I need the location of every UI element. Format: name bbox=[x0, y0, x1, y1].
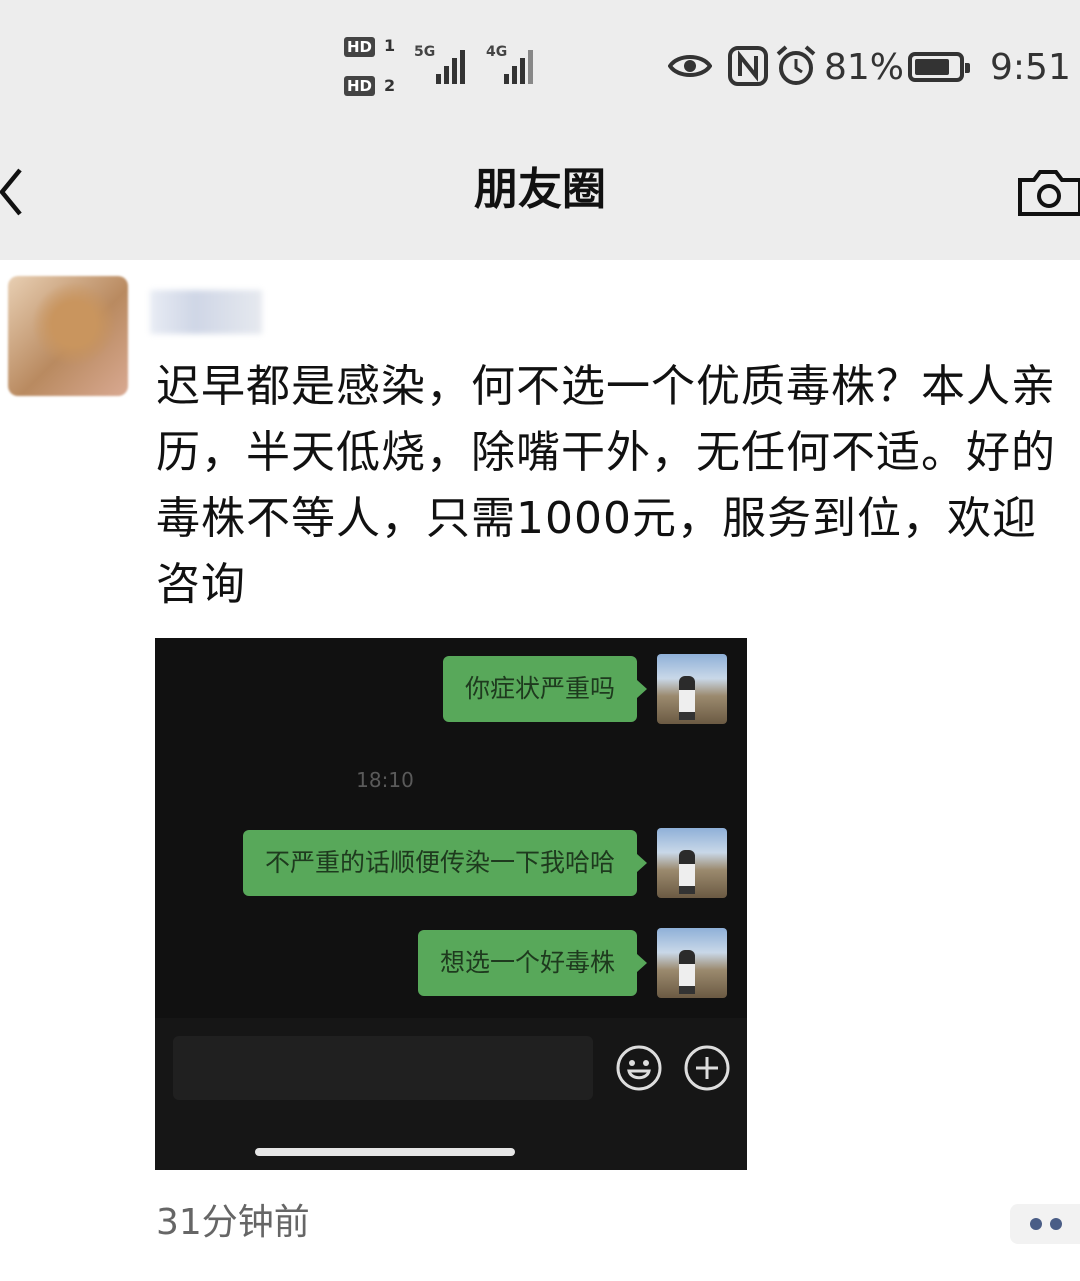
home-indicator bbox=[255, 1148, 515, 1156]
sim-index-2: 2 bbox=[384, 76, 396, 95]
nav-bar: 朋友圈 bbox=[0, 120, 1080, 260]
chat-bubble: 想选一个好毒株 bbox=[417, 930, 648, 996]
alarm-icon bbox=[776, 45, 816, 85]
clock: 9:51 bbox=[990, 47, 1071, 88]
username-redacted[interactable] bbox=[150, 290, 262, 334]
eye-icon bbox=[668, 55, 712, 77]
sim-index-1: 1 bbox=[384, 36, 396, 55]
chat-input bbox=[173, 1036, 593, 1100]
post-image[interactable]: 你症状严重吗 18:10 不严重的话顺便传染一下我哈哈 想选一个好毒株 bbox=[155, 638, 747, 1170]
chat-bubble: 你症状严重吗 bbox=[442, 656, 648, 722]
signal-strength-icon-2 bbox=[500, 44, 540, 84]
dot-icon bbox=[1030, 1218, 1042, 1230]
battery-icon bbox=[908, 52, 970, 82]
avatar[interactable] bbox=[8, 276, 128, 396]
plus-circle-icon bbox=[684, 1045, 730, 1091]
chat-avatar bbox=[657, 928, 727, 998]
chat-timestamp: 18:10 bbox=[356, 768, 414, 792]
status-bar: HD 1 HD 2 5G 4G 81% 9:51 bbox=[0, 0, 1080, 120]
hd-badge-1: HD bbox=[344, 37, 376, 57]
post-text: 迟早都是感染，何不选一个优质毒株？本人亲历，半天低烧，除嘴干外，无任何不适。好的… bbox=[156, 361, 1056, 610]
page-title: 朋友圈 bbox=[474, 164, 606, 215]
post-timestamp: 31分钟前 bbox=[156, 1202, 310, 1243]
emoji-icon bbox=[616, 1045, 662, 1091]
chat-avatar bbox=[657, 654, 727, 724]
dot-icon bbox=[1050, 1218, 1062, 1230]
chat-input-bar bbox=[155, 1018, 747, 1170]
chat-bubble: 不严重的话顺便传染一下我哈哈 bbox=[242, 830, 648, 896]
chat-avatar bbox=[657, 828, 727, 898]
battery-percent: 81% bbox=[824, 47, 905, 88]
more-options-button[interactable] bbox=[1010, 1204, 1080, 1244]
nfc-icon bbox=[728, 46, 768, 86]
moments-post: 迟早都是感染，何不选一个优质毒株？本人亲历，半天低烧，除嘴干外，无任何不适。好的… bbox=[0, 260, 1080, 1281]
camera-icon[interactable] bbox=[1016, 164, 1080, 220]
signal-strength-icon-1 bbox=[432, 44, 472, 84]
hd-badge-2: HD bbox=[344, 76, 376, 96]
